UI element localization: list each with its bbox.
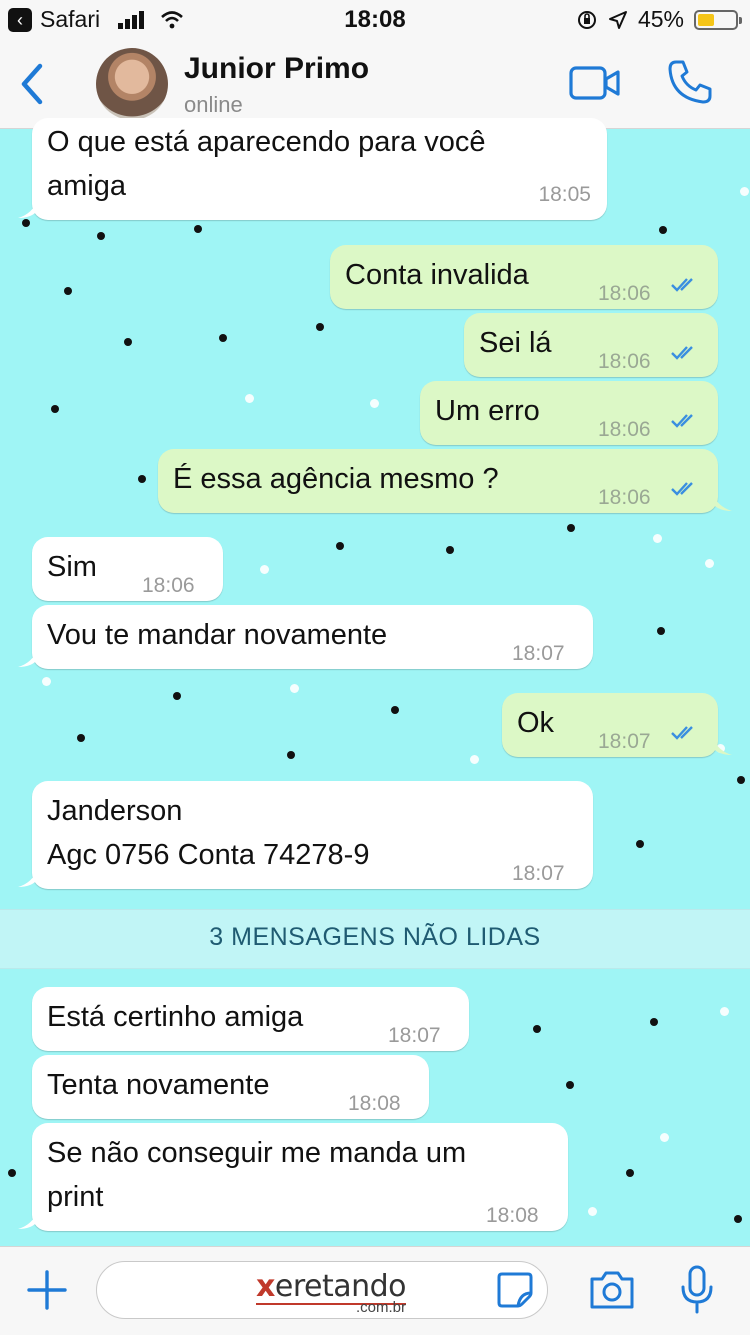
incoming-message[interactable]: Sim 18:06 <box>32 537 223 601</box>
outgoing-message[interactable]: É essa agência mesmo ? 18:06 <box>158 449 732 513</box>
wallpaper-dot <box>740 187 749 196</box>
wallpaper-dot <box>734 1215 742 1223</box>
wallpaper-dot <box>173 692 181 700</box>
orientation-lock-icon <box>577 10 596 29</box>
read-ticks-icon <box>671 482 693 496</box>
chat-header: Junior Primo online <box>0 40 750 129</box>
bubble-tail <box>712 493 732 511</box>
wallpaper-dot <box>77 734 85 742</box>
plus-icon[interactable] <box>26 1269 68 1311</box>
wallpaper-dot <box>8 1169 16 1177</box>
wallpaper-dot <box>336 542 344 550</box>
wallpaper-dot <box>290 684 299 693</box>
wallpaper-dot <box>705 559 714 568</box>
wallpaper-dot <box>660 1133 669 1142</box>
wallpaper-dot <box>588 1207 597 1216</box>
wallpaper-dot <box>650 1018 658 1026</box>
outgoing-message[interactable]: Sei lá 18:06 <box>464 313 718 377</box>
outgoing-message[interactable]: Ok 18:07 <box>502 693 732 757</box>
bubble-tail <box>18 869 38 887</box>
unread-divider-label: 3 MENSAGENS NÃO LIDAS <box>209 923 541 951</box>
outgoing-message[interactable]: Conta invalida 18:06 <box>330 245 718 309</box>
wallpaper-dot <box>42 677 51 686</box>
microphone-icon[interactable] <box>680 1265 714 1315</box>
wallpaper-dot <box>219 334 227 342</box>
incoming-message[interactable]: O que está aparecendo para você amiga 18… <box>18 118 607 220</box>
incoming-message[interactable]: Vou te mandar novamente 18:07 <box>18 605 593 669</box>
read-ticks-icon <box>671 278 693 292</box>
message-composer: xeretando .com.br <box>0 1246 750 1335</box>
read-ticks-icon <box>671 346 693 360</box>
wallpaper-dot <box>567 524 575 532</box>
bubble-tail <box>712 737 732 755</box>
bubble-tail <box>18 1211 38 1229</box>
read-ticks-icon <box>671 414 693 428</box>
wallpaper-dot <box>22 219 30 227</box>
status-bar: ‹ Safari 18:08 45% <box>0 0 750 40</box>
wallpaper-dot <box>287 751 295 759</box>
wallpaper-dot <box>194 225 202 233</box>
wallpaper-dot <box>446 546 454 554</box>
wallpaper-dot <box>470 755 479 764</box>
phone-call-icon[interactable] <box>666 58 714 106</box>
wallpaper-dot <box>245 394 254 403</box>
location-icon <box>608 10 627 29</box>
camera-icon[interactable] <box>588 1269 636 1311</box>
contact-name[interactable]: Junior Primo <box>184 52 369 86</box>
wallpaper-dot <box>316 323 324 331</box>
wallpaper-dot <box>636 840 644 848</box>
wallpaper-dot <box>566 1081 574 1089</box>
wallpaper-dot <box>659 226 667 234</box>
contact-avatar[interactable] <box>96 48 168 120</box>
wallpaper-dot <box>737 776 745 784</box>
battery-percentage: 45% <box>637 6 684 32</box>
bubble-tail <box>18 649 38 667</box>
back-chevron-icon[interactable] <box>16 60 48 108</box>
incoming-message[interactable]: Tenta novamente 18:08 <box>32 1055 429 1119</box>
watermark-domain: .com.br <box>356 1299 407 1316</box>
wallpaper-dot <box>391 706 399 714</box>
read-ticks-icon <box>671 726 693 740</box>
wallpaper-dot <box>720 1007 729 1016</box>
wallpaper-dot <box>97 232 105 240</box>
wallpaper-dot <box>533 1025 541 1033</box>
video-call-icon[interactable] <box>568 64 622 104</box>
wallpaper-dot <box>64 287 72 295</box>
wallpaper-dot <box>51 405 59 413</box>
outgoing-message[interactable]: Um erro 18:06 <box>420 381 718 445</box>
incoming-message[interactable]: Se não conseguir me manda um print 18:08 <box>18 1123 568 1231</box>
wallpaper-dot <box>657 627 665 635</box>
wallpaper-dot <box>138 475 146 483</box>
wallpaper-dot <box>260 565 269 574</box>
bubble-tail <box>18 200 38 218</box>
wallpaper-dot <box>626 1169 634 1177</box>
sticker-icon[interactable] <box>496 1271 534 1309</box>
wallpaper-dot <box>124 338 132 346</box>
contact-status: online <box>184 92 243 117</box>
incoming-message[interactable]: Janderson Agc 0756 Conta 74278-9 18:07 <box>18 781 593 889</box>
wallpaper-dot <box>370 399 379 408</box>
incoming-message[interactable]: Está certinho amiga 18:07 <box>32 987 469 1051</box>
battery-icon <box>694 9 742 30</box>
wallpaper-dot <box>653 534 662 543</box>
